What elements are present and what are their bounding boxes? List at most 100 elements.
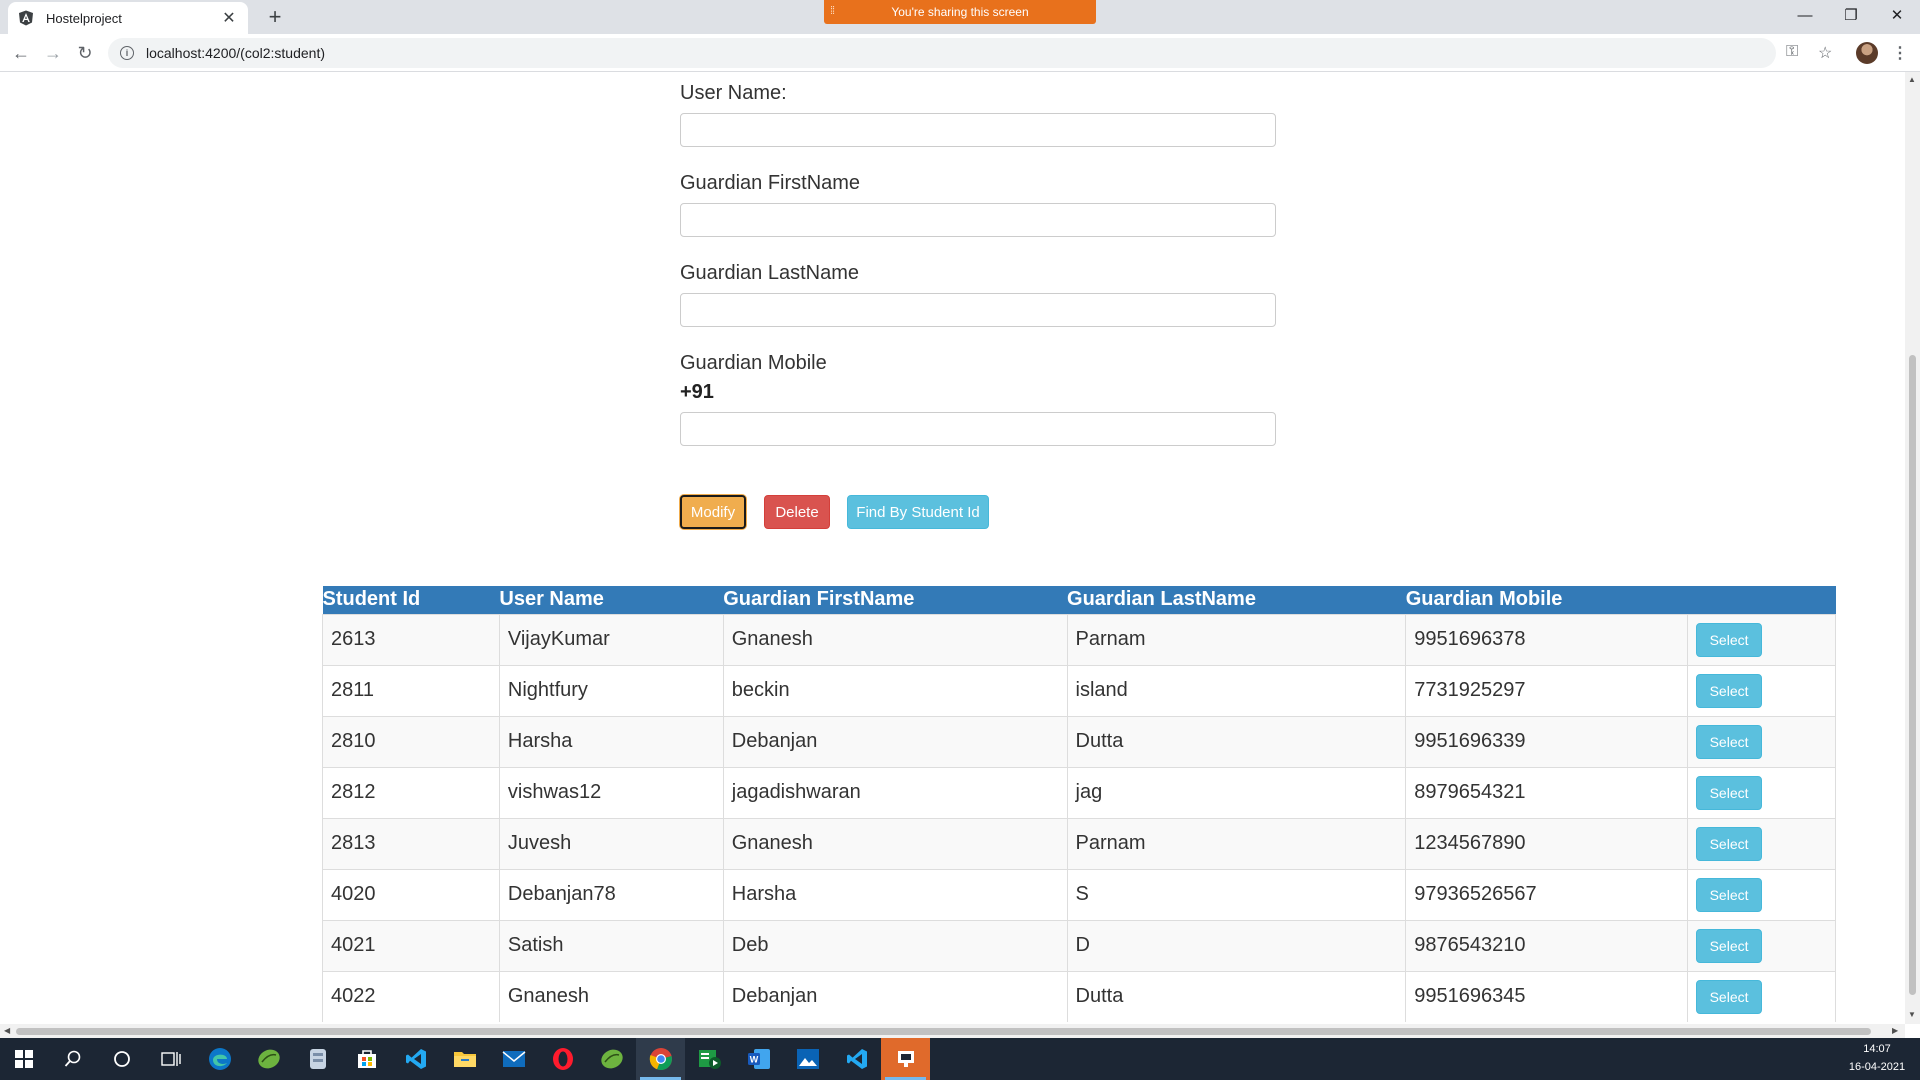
table-row: 4021 Satish Deb D 9876543210 Select [322,919,1836,971]
header-guardian-lastname[interactable]: Guardian LastName [1067,586,1406,614]
cell-guardian-mobile: 1234567890 [1405,817,1688,869]
cell-guardian-firstname: Deb [722,919,1068,971]
minimize-icon[interactable]: — [1782,0,1828,30]
database-app-icon[interactable] [293,1038,342,1080]
restore-icon[interactable]: ❐ [1828,0,1874,30]
select-button[interactable]: Select [1696,826,1763,861]
spring-tool-icon[interactable] [244,1038,293,1080]
chrome-icon[interactable] [636,1038,685,1080]
scroll-left-icon[interactable]: ◀ [4,1026,10,1035]
microsoft-store-icon[interactable] [342,1038,391,1080]
guardian-lastname-input[interactable] [680,293,1276,327]
cell-guardian-mobile: 9951696345 [1405,970,1688,1022]
cell-action: Select [1687,766,1836,818]
photos-icon[interactable] [783,1038,832,1080]
cortana-icon[interactable] [97,1038,146,1080]
header-student-id[interactable]: Student Id [323,586,500,614]
word-icon[interactable]: W [734,1038,783,1080]
table-row: 2810 Harsha Debanjan Dutta 9951696339 Se… [322,715,1836,767]
search-icon[interactable] [48,1038,97,1080]
task-view-icon[interactable] [146,1038,195,1080]
guardian-lastname-group: Guardian LastName [680,262,1276,327]
guardian-mobile-label: Guardian Mobile [680,352,827,374]
horizontal-scroll-thumb[interactable] [16,1028,1871,1035]
vertical-scrollbar[interactable]: ▲ ▼ [1905,72,1920,1024]
cell-action: Select [1687,613,1836,665]
cell-student-id: 2813 [322,817,500,869]
header-user-name[interactable]: User Name [499,586,723,614]
media-app-icon[interactable] [685,1038,734,1080]
new-tab-icon[interactable]: + [262,4,288,30]
cell-guardian-mobile: 9876543210 [1405,919,1688,971]
close-window-icon[interactable]: ✕ [1874,0,1920,30]
system-clock[interactable]: 14:07 16-04-2021 [1842,1040,1912,1076]
select-button[interactable]: Select [1696,928,1763,963]
opera-icon[interactable] [538,1038,587,1080]
mail-icon[interactable] [489,1038,538,1080]
table-row: 2811 Nightfury beckin island 7731925297 … [322,664,1836,716]
profile-avatar[interactable] [1856,42,1878,64]
cell-guardian-firstname: Gnanesh [722,613,1068,665]
drag-handle-icon[interactable]: ⁞⁞ [830,5,835,17]
select-button[interactable]: Select [1696,775,1763,810]
select-button[interactable]: Select [1696,622,1763,657]
horizontal-scrollbar[interactable]: ◀ ▶ [0,1024,1905,1038]
vertical-scroll-thumb[interactable] [1909,355,1916,995]
cell-student-id: 4020 [322,868,500,920]
cell-user-name: vishwas12 [498,766,724,818]
delete-button[interactable]: Delete [764,495,830,529]
table-row: 4020 Debanjan78 Harsha S 97936526567 Sel… [322,868,1836,920]
file-explorer-icon[interactable] [440,1038,489,1080]
header-guardian-mobile[interactable]: Guardian Mobile [1406,586,1688,614]
menu-kebab-icon[interactable]: ⋮ [1892,43,1908,63]
svg-text:W: W [749,1055,758,1065]
forward-icon[interactable]: → [40,40,66,66]
scroll-up-icon[interactable]: ▲ [1908,75,1916,84]
vscode-icon-2[interactable] [832,1038,881,1080]
cell-action: Select [1687,817,1836,869]
screen-share-app-icon[interactable] [881,1038,930,1080]
cell-guardian-firstname: Harsha [722,868,1068,920]
cell-guardian-firstname: beckin [722,664,1068,716]
vscode-icon[interactable] [391,1038,440,1080]
select-button[interactable]: Select [1696,724,1763,759]
clock-time: 14:07 [1863,1043,1891,1055]
cell-student-id: 2810 [322,715,500,767]
guardian-firstname-label: Guardian FirstName [680,172,861,194]
url-text: localhost:4200/(col2:student) [146,45,325,61]
username-input[interactable] [680,113,1276,147]
bookmark-star-icon[interactable]: ☆ [1818,43,1832,63]
angular-favicon-icon [18,10,34,26]
modify-button[interactable]: Modify [680,495,746,529]
address-bar[interactable]: i localhost:4200/(col2:student) [108,38,1776,68]
scroll-right-icon[interactable]: ▶ [1892,1026,1898,1035]
guardian-mobile-group: Guardian Mobile +91 [680,352,1276,446]
guardian-mobile-input[interactable] [680,412,1276,446]
browser-tab[interactable]: Hostelproject ✕ [8,2,248,34]
cell-guardian-lastname: Parnam [1066,817,1406,869]
scroll-down-icon[interactable]: ▼ [1908,1010,1916,1019]
select-button[interactable]: Select [1696,673,1763,708]
back-icon[interactable]: ← [8,40,34,66]
cell-guardian-firstname: Debanjan [722,715,1068,767]
cell-student-id: 4022 [322,970,500,1022]
table-row: 2812 vishwas12 jagadishwaran jag 8979654… [322,766,1836,818]
windows-taskbar: W [0,1038,1920,1080]
cell-guardian-mobile: 9951696378 [1405,613,1688,665]
username-label: User Name: [680,82,787,104]
guardian-firstname-input[interactable] [680,203,1276,237]
key-icon[interactable]: ⚿ [1786,43,1798,61]
find-by-student-id-button[interactable]: Find By Student Id [847,495,989,529]
screen-share-banner[interactable]: ⁞⁞ You're sharing this screen [824,0,1096,24]
reload-icon[interactable]: ↻ [72,40,98,66]
windows-start-icon[interactable] [0,1038,48,1080]
guardian-lastname-label: Guardian LastName [680,262,859,284]
select-button[interactable]: Select [1696,979,1763,1014]
spring-tool-icon-2[interactable] [587,1038,636,1080]
header-guardian-firstname[interactable]: Guardian FirstName [723,586,1067,614]
select-button[interactable]: Select [1696,877,1763,912]
edge-icon[interactable] [195,1038,244,1080]
cell-action: Select [1687,868,1836,920]
tab-close-icon[interactable]: ✕ [220,8,238,28]
site-info-icon[interactable]: i [120,46,134,60]
